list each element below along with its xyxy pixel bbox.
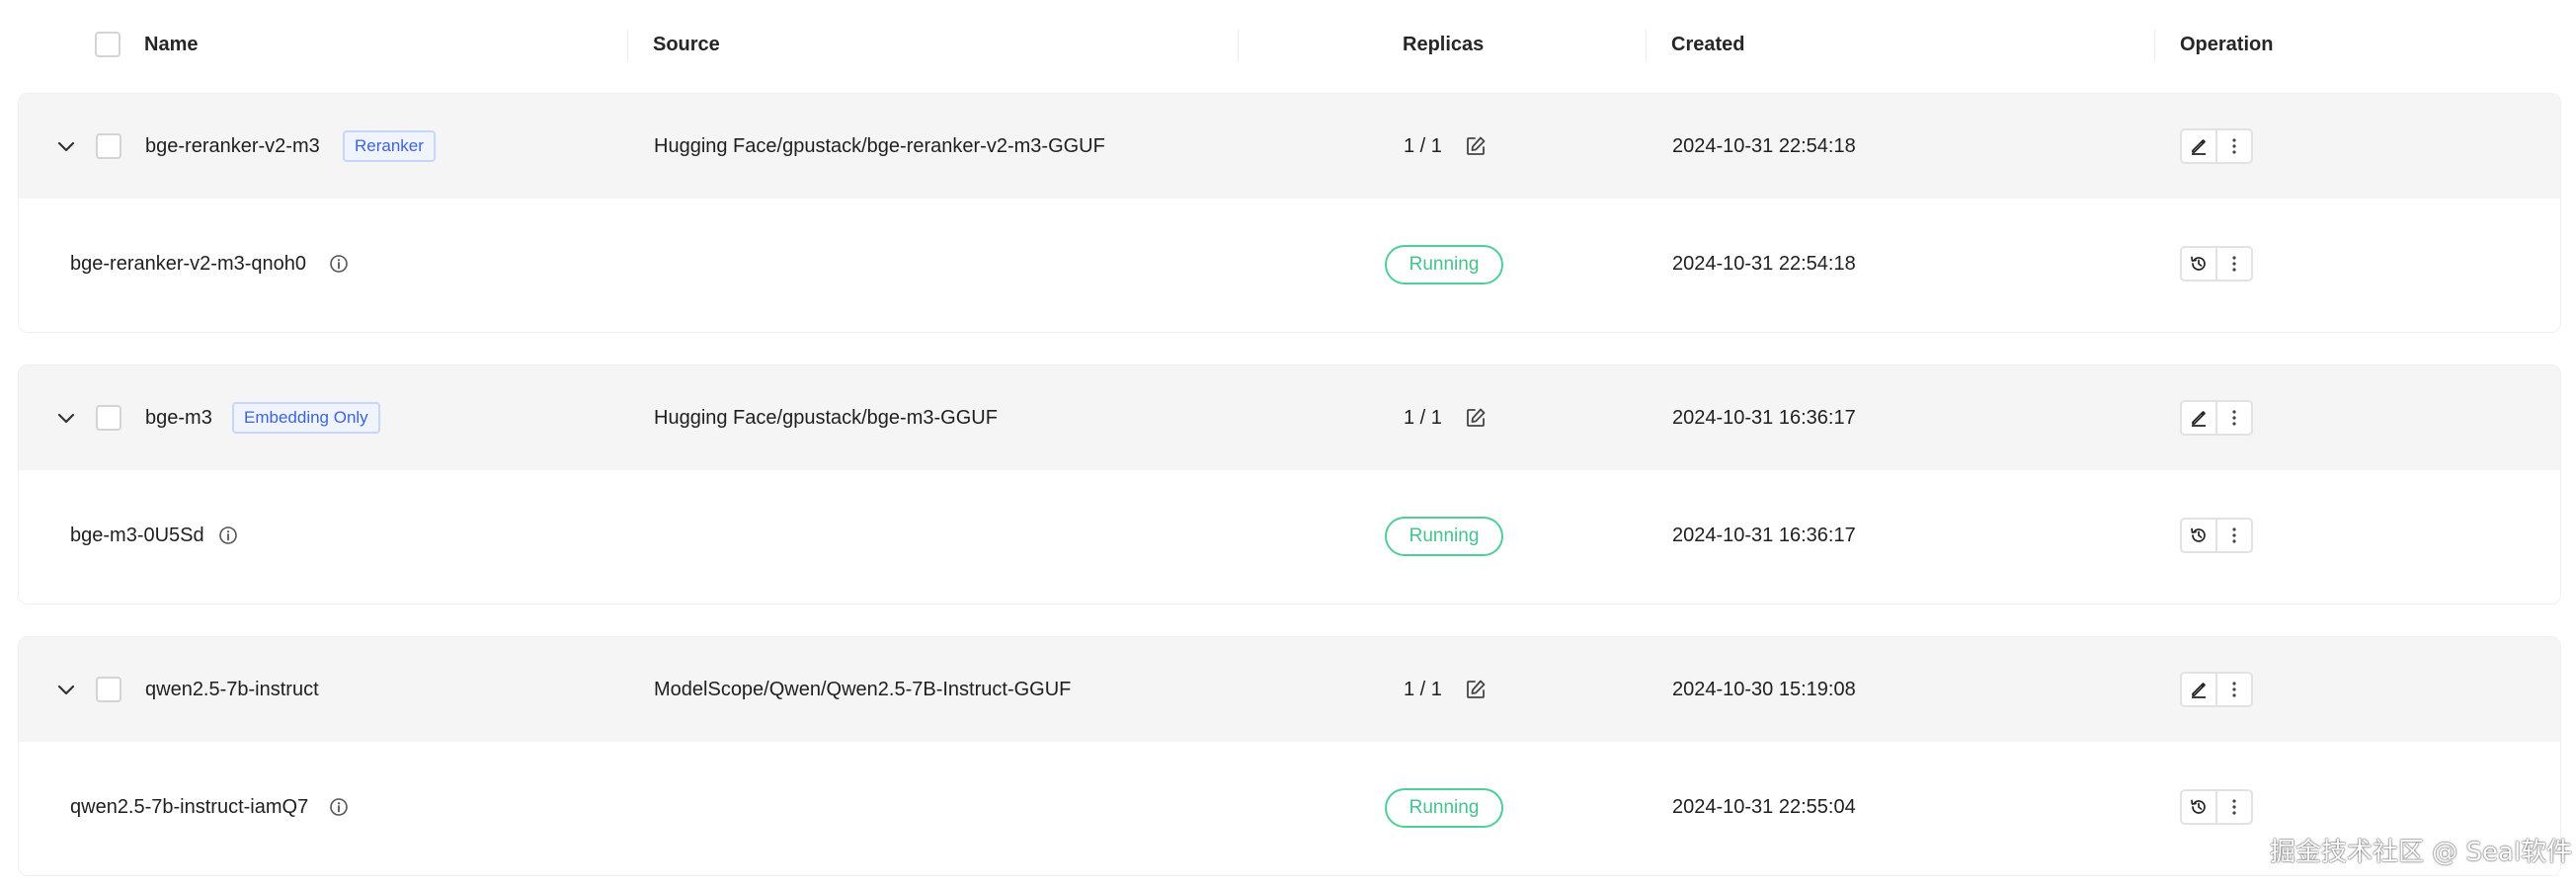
table-header: Name Source Replicas Created Operation (0, 0, 2576, 89)
model-name: bge-m3 (145, 407, 212, 429)
history-icon (2191, 527, 2206, 542)
chevron-down-icon[interactable] (54, 678, 78, 701)
instance-created-time: 2024-10-31 22:54:18 (1672, 253, 1856, 275)
column-divider (1646, 30, 1647, 61)
row-checkbox[interactable] (96, 133, 121, 159)
info-icon[interactable] (329, 797, 349, 817)
instance-name: qwen2.5-7b-instruct-iamQ7 (70, 796, 309, 818)
history-icon (2191, 799, 2206, 814)
info-icon[interactable] (218, 525, 238, 545)
column-divider (1238, 30, 1239, 61)
more-button[interactable] (2217, 248, 2251, 280)
instance-actions (2180, 518, 2253, 553)
status-badge: Running (1385, 788, 1503, 828)
instance-actions (2180, 246, 2253, 282)
more-button[interactable] (2217, 402, 2251, 434)
model-category-tag: Reranker (343, 130, 436, 162)
model-actions (2180, 400, 2253, 436)
logs-button[interactable] (2182, 791, 2217, 823)
edit-icon[interactable] (1465, 679, 1487, 700)
instance-row: bge-reranker-v2-m3-qnoh0 Running 2024-10… (19, 199, 2560, 332)
model-actions (2180, 128, 2253, 164)
edit-button[interactable] (2182, 130, 2217, 162)
column-divider (627, 30, 628, 61)
more-vertical-icon (2232, 256, 2236, 272)
pencil-icon (2192, 683, 2206, 698)
more-vertical-icon (2232, 799, 2236, 815)
column-header-name[interactable]: Name (144, 31, 198, 58)
column-header-created[interactable]: Created (1671, 31, 1744, 58)
column-header-replicas[interactable]: Replicas (1403, 31, 1484, 58)
history-icon (2191, 256, 2206, 271)
instance-row: qwen2.5-7b-instruct-iamQ7 Running 2024-1… (19, 742, 2560, 875)
replicas-count: 1 / 1 (1404, 135, 1442, 157)
column-divider (2154, 30, 2155, 61)
model-name: qwen2.5-7b-instruct (145, 679, 319, 700)
column-header-source[interactable]: Source (653, 31, 720, 58)
edit-button[interactable] (2182, 674, 2217, 705)
edit-button[interactable] (2182, 402, 2217, 434)
instance-created-time: 2024-10-31 16:36:17 (1672, 525, 1856, 546)
chevron-down-icon[interactable] (54, 134, 78, 158)
chevron-down-icon[interactable] (54, 406, 78, 430)
model-source: Hugging Face/gpustack/bge-m3-GGUF (654, 407, 998, 429)
instance-name: bge-reranker-v2-m3-qnoh0 (70, 253, 307, 275)
row-checkbox[interactable] (96, 677, 121, 702)
logs-button[interactable] (2182, 248, 2217, 280)
pencil-icon (2192, 411, 2206, 427)
model-source: Hugging Face/gpustack/bge-reranker-v2-m3… (654, 135, 1105, 157)
created-time: 2024-10-31 16:36:17 (1672, 407, 1856, 429)
model-group: bge-m3 Embedding Only Hugging Face/gpust… (18, 364, 2561, 605)
logs-button[interactable] (2182, 520, 2217, 551)
more-button[interactable] (2217, 520, 2251, 551)
more-vertical-icon (2232, 410, 2236, 426)
instance-name: bge-m3-0U5Sd (70, 525, 204, 546)
created-time: 2024-10-31 22:54:18 (1672, 135, 1856, 157)
model-row: bge-m3 Embedding Only Hugging Face/gpust… (19, 365, 2560, 470)
model-category-tag: Embedding Only (232, 402, 380, 434)
more-vertical-icon (2232, 527, 2236, 543)
info-icon[interactable] (329, 254, 349, 274)
edit-icon[interactable] (1465, 135, 1487, 157)
model-actions (2180, 672, 2253, 707)
status-badge: Running (1385, 517, 1503, 556)
watermark: 掘金技术社区 @ Seal软件 (2270, 838, 2573, 867)
column-header-operation[interactable]: Operation (2180, 31, 2273, 58)
more-button[interactable] (2217, 674, 2251, 705)
model-source: ModelScope/Qwen/Qwen2.5-7B-Instruct-GGUF (654, 679, 1072, 700)
status-badge: Running (1385, 245, 1503, 284)
replicas-count: 1 / 1 (1404, 407, 1442, 429)
created-time: 2024-10-30 15:19:08 (1672, 679, 1856, 700)
edit-icon[interactable] (1465, 407, 1487, 429)
row-checkbox[interactable] (96, 405, 121, 431)
instance-actions (2180, 789, 2253, 825)
model-row: qwen2.5-7b-instruct ModelScope/Qwen/Qwen… (19, 637, 2560, 742)
more-vertical-icon (2232, 138, 2236, 154)
instance-created-time: 2024-10-31 22:55:04 (1672, 796, 1856, 818)
instance-row: bge-m3-0U5Sd Running 2024-10-31 16:36:17 (19, 470, 2560, 604)
replicas-count: 1 / 1 (1404, 679, 1442, 700)
pencil-icon (2192, 139, 2206, 155)
model-row: bge-reranker-v2-m3 Reranker Hugging Face… (19, 94, 2560, 199)
model-group: bge-reranker-v2-m3 Reranker Hugging Face… (18, 93, 2561, 333)
more-button[interactable] (2217, 130, 2251, 162)
select-all-checkbox[interactable] (95, 32, 121, 57)
model-group: qwen2.5-7b-instruct ModelScope/Qwen/Qwen… (18, 636, 2561, 876)
more-vertical-icon (2232, 682, 2236, 697)
more-button[interactable] (2217, 791, 2251, 823)
model-name: bge-reranker-v2-m3 (145, 135, 320, 157)
